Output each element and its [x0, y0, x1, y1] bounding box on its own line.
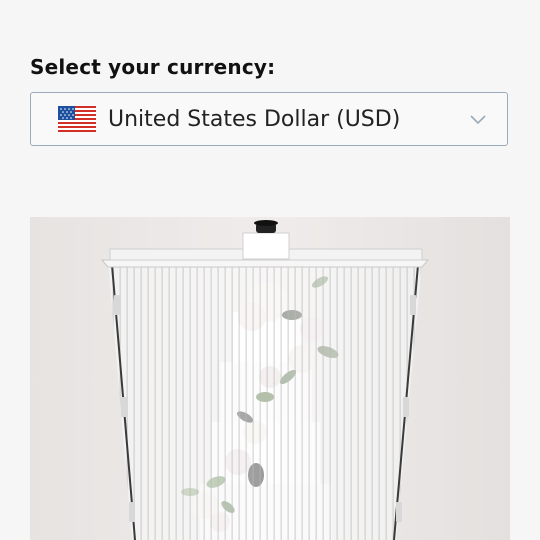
currency-select[interactable]: United States Dollar (USD) — [30, 92, 508, 146]
currency-label: Select your currency: — [30, 55, 276, 79]
cake-display-case-image — [30, 217, 510, 540]
selected-currency: United States Dollar (USD) — [108, 106, 401, 132]
chevron-down-icon — [470, 115, 486, 125]
product-image — [30, 217, 510, 540]
us-flag-icon — [58, 106, 96, 132]
currency-page: Select your currency: United States Doll… — [0, 0, 540, 540]
